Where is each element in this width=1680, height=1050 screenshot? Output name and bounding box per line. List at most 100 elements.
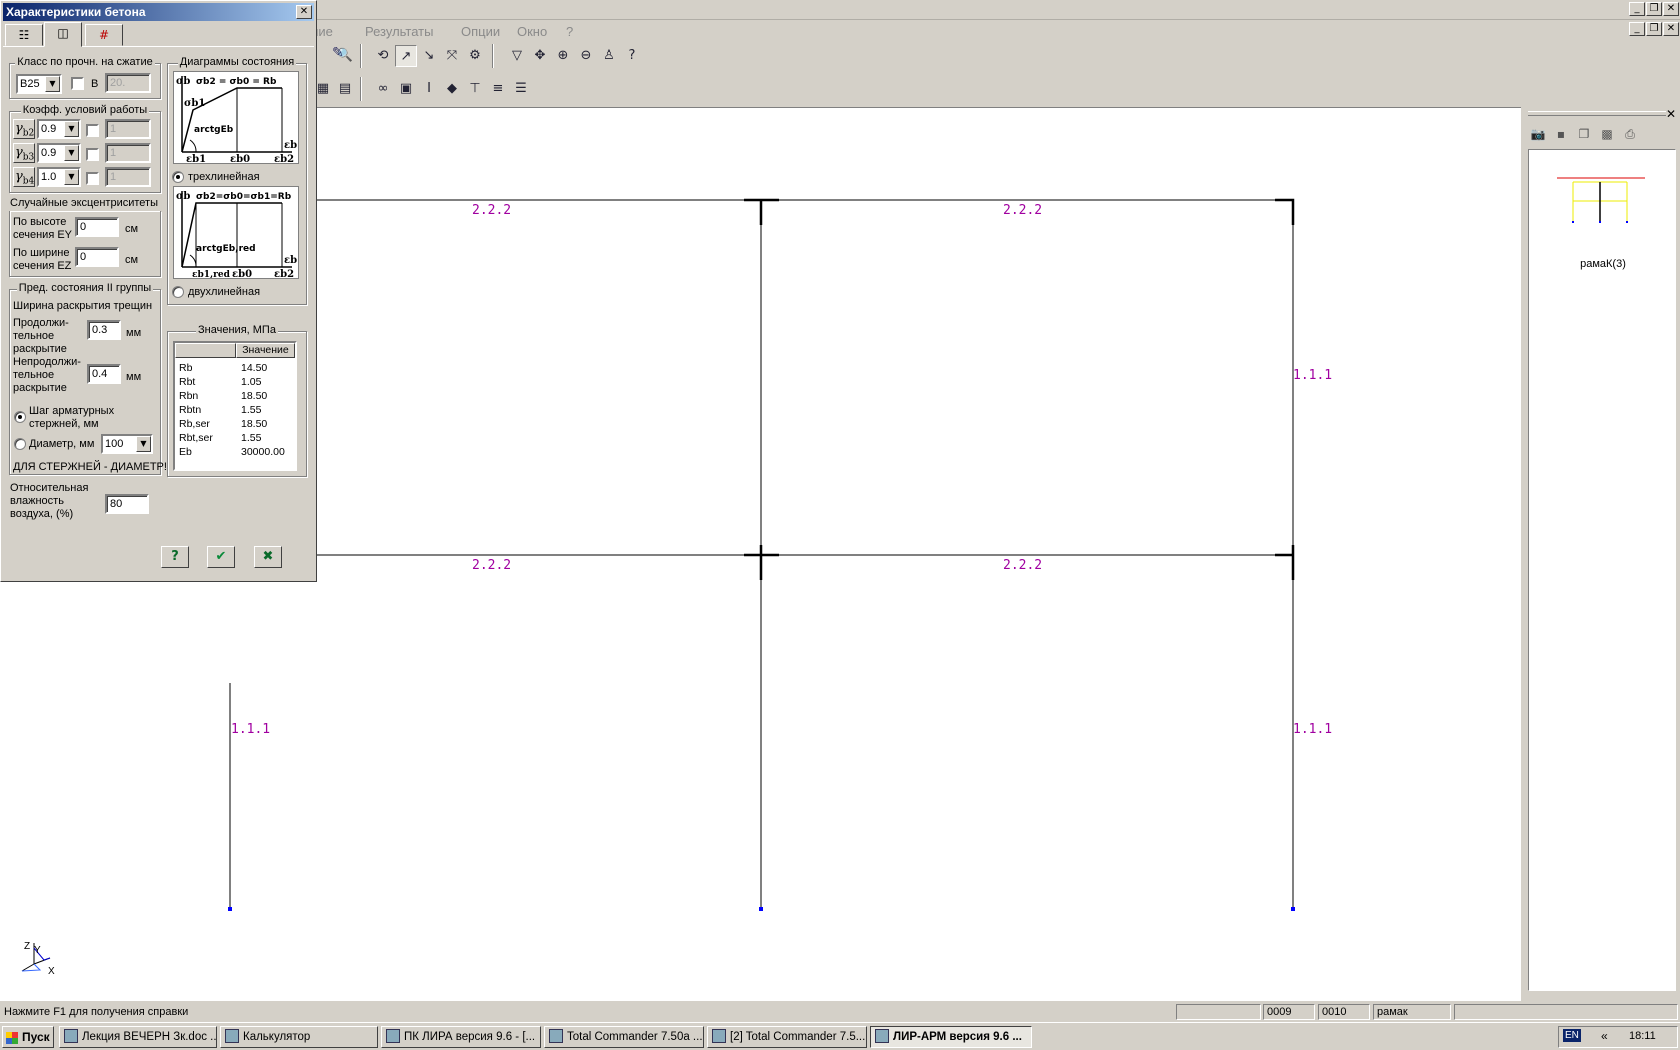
doc-restore-icon[interactable]: ❐ bbox=[1646, 22, 1662, 36]
humidity-field[interactable]: 80 bbox=[105, 494, 149, 514]
tab-reinforcement[interactable]: # bbox=[85, 24, 123, 46]
task-calculator[interactable]: Калькулятор bbox=[220, 1026, 378, 1048]
table-icon[interactable]: ▤ bbox=[334, 78, 356, 100]
doc-close-icon[interactable]: ✕ bbox=[1663, 22, 1679, 36]
edit-pencil-icon[interactable]: ✎ bbox=[332, 45, 352, 67]
select-element-icon[interactable]: ↘ bbox=[418, 45, 440, 67]
whats-this-icon[interactable]: ? bbox=[621, 45, 643, 67]
rebar-step-radio[interactable] bbox=[14, 411, 26, 423]
gamma-b4-value: 1.0 bbox=[41, 171, 57, 183]
three-linear-radio[interactable] bbox=[172, 171, 184, 183]
apply-button[interactable]: ✔ bbox=[207, 546, 235, 568]
support-node-left[interactable] bbox=[228, 907, 232, 911]
ey-field[interactable]: 0 bbox=[75, 217, 119, 237]
bi-linear-radio[interactable] bbox=[172, 286, 184, 298]
b-value-field[interactable]: 20. bbox=[105, 73, 151, 93]
print-icon[interactable]: ⎙ bbox=[1620, 127, 1640, 145]
b-label: B bbox=[91, 78, 99, 90]
gamma-b3-checkbox[interactable] bbox=[86, 148, 99, 161]
gamma-b3-symbol: γb3 bbox=[13, 143, 35, 163]
restore-icon[interactable]: ❐ bbox=[1646, 2, 1662, 16]
ez-field[interactable]: 0 bbox=[75, 247, 119, 267]
table-row-name: Rb bbox=[179, 362, 193, 374]
tee-icon[interactable]: ⊤ bbox=[464, 78, 486, 100]
task-total-commander-2[interactable]: [2] Total Commander 7.5... bbox=[707, 1026, 867, 1048]
thumbnail-drawing bbox=[1557, 177, 1645, 223]
menu-item-window[interactable]: Окно bbox=[517, 24, 547, 39]
lir-arm-icon bbox=[875, 1029, 889, 1043]
gamma-b2-select[interactable]: 0.9 ▼ bbox=[37, 119, 81, 139]
long-crack-label-2: тельное bbox=[13, 330, 55, 342]
start-button[interactable]: Пуск bbox=[2, 1026, 54, 1048]
minimize-icon[interactable]: _ bbox=[1629, 2, 1645, 16]
rebar-grid-icon: # bbox=[98, 28, 110, 42]
task-word-document[interactable]: Лекция ВЕЧЕРН Зк.doc ... bbox=[59, 1026, 217, 1048]
diameter-select[interactable]: 100 ▼ bbox=[101, 434, 153, 454]
diameter-label: Диаметр, мм bbox=[29, 438, 95, 450]
dialog-title-bar[interactable]: Характеристики бетона ✕ bbox=[3, 3, 314, 21]
dialog-close-icon[interactable]: ✕ bbox=[296, 5, 312, 19]
task-total-commander-1[interactable]: Total Commander 7.50a ... bbox=[544, 1026, 704, 1048]
support-node-right[interactable] bbox=[1291, 907, 1295, 911]
filter-icon[interactable]: ▽ bbox=[506, 45, 528, 67]
bi-linear-diagram[interactable]: σb σb2=σb0=σb1=Rb arctgEb,red εb1,red εb… bbox=[173, 186, 299, 279]
b-checkbox[interactable] bbox=[71, 77, 84, 90]
tab-list[interactable]: ☷ bbox=[5, 24, 43, 46]
gamma-b4-field[interactable]: 1 bbox=[105, 167, 151, 187]
copy-icon[interactable]: ❐ bbox=[1574, 127, 1594, 145]
work-conditions-legend: Коэфф. условий работы bbox=[20, 104, 150, 116]
menu-item-results[interactable]: Результаты bbox=[365, 24, 433, 39]
list-yellow-icon[interactable]: ☰ bbox=[510, 78, 532, 100]
select-node-icon[interactable]: ↗ bbox=[395, 45, 417, 67]
long-crack-field[interactable]: 0.3 bbox=[87, 320, 121, 340]
gamma-b3-select[interactable]: 0.9 ▼ bbox=[37, 143, 81, 163]
zoom-in-icon[interactable]: ⊕ bbox=[552, 45, 574, 67]
zoom-out-icon[interactable]: ⊖ bbox=[575, 45, 597, 67]
select-group-icon[interactable]: ⚙ bbox=[464, 45, 486, 67]
gamma-b3-field[interactable]: 1 bbox=[105, 143, 151, 163]
shape-icon[interactable]: ◆ bbox=[441, 78, 463, 100]
camera-icon[interactable]: 📷 bbox=[1528, 127, 1548, 145]
task-lira[interactable]: ПК ЛИРА версия 9.6 - [... bbox=[381, 1026, 541, 1048]
class-select[interactable]: B25 ▼ bbox=[16, 74, 62, 94]
light-icon[interactable]: ♙ bbox=[598, 45, 620, 67]
picture-icon[interactable]: ▩ bbox=[1597, 127, 1617, 145]
section-i-icon[interactable]: Ⅰ bbox=[418, 78, 440, 100]
humidity-label-2: влажность bbox=[10, 495, 64, 507]
diameter-value: 100 bbox=[105, 438, 124, 450]
close-icon[interactable]: ✕ bbox=[1663, 2, 1679, 16]
three-linear-diagram[interactable]: σb σb2 = σb0 = Rb σb1 arctgEb εb1 εb0 εb… bbox=[173, 71, 299, 164]
gamma-b4-checkbox[interactable] bbox=[86, 172, 99, 185]
menu-item-help[interactable]: ? bbox=[566, 24, 573, 39]
help-button[interactable]: ? bbox=[161, 546, 189, 568]
save-icon[interactable]: ▪ bbox=[1551, 127, 1571, 145]
short-crack-field[interactable]: 0.4 bbox=[87, 364, 121, 384]
panel-close-icon[interactable]: ✕ bbox=[1666, 107, 1676, 121]
doc-minimize-icon[interactable]: _ bbox=[1629, 22, 1645, 36]
select-cross-icon[interactable]: ⤧ bbox=[441, 45, 463, 67]
calculator-icon bbox=[225, 1029, 239, 1043]
support-node-center[interactable] bbox=[759, 907, 763, 911]
layers-icon[interactable]: ≡ bbox=[487, 78, 509, 100]
tray-expand-icon[interactable]: « bbox=[1601, 1029, 1608, 1043]
eps-b2-label: εb2 bbox=[274, 269, 294, 278]
language-indicator[interactable]: EN bbox=[1563, 1029, 1581, 1042]
menu-item-options[interactable]: Опции bbox=[461, 24, 500, 39]
table-row-name: Eb bbox=[179, 446, 192, 458]
rotate-view-icon[interactable]: ⟲ bbox=[372, 45, 394, 67]
pan-icon[interactable]: ✥ bbox=[529, 45, 551, 67]
glasses-icon[interactable]: ∞ bbox=[372, 78, 394, 100]
diameter-radio[interactable] bbox=[14, 438, 26, 450]
gamma-b4-select[interactable]: 1.0 ▼ bbox=[37, 167, 81, 187]
short-crack-label-1: Непродолжи- bbox=[13, 356, 81, 368]
status-cell bbox=[1454, 1004, 1678, 1020]
toolbar-main: 🔍 ⟲ ↗ ↘ ⤧ ⚙ ▽ ✥ ⊕ ⊖ ♙ ? bbox=[300, 40, 1420, 72]
cancel-button[interactable]: ✖ bbox=[254, 546, 282, 568]
section-red-icon[interactable]: ▣ bbox=[395, 78, 417, 100]
gamma-b2-checkbox[interactable] bbox=[86, 124, 99, 137]
tab-concrete[interactable]: ◫ bbox=[44, 22, 82, 47]
panel-grip[interactable] bbox=[1528, 111, 1666, 116]
model-thumbnail[interactable]: рамаК(3) bbox=[1528, 149, 1676, 991]
gamma-b2-field[interactable]: 1 bbox=[105, 119, 151, 139]
task-lir-arm[interactable]: ЛИР-АРМ версия 9.6 ... bbox=[870, 1026, 1032, 1048]
